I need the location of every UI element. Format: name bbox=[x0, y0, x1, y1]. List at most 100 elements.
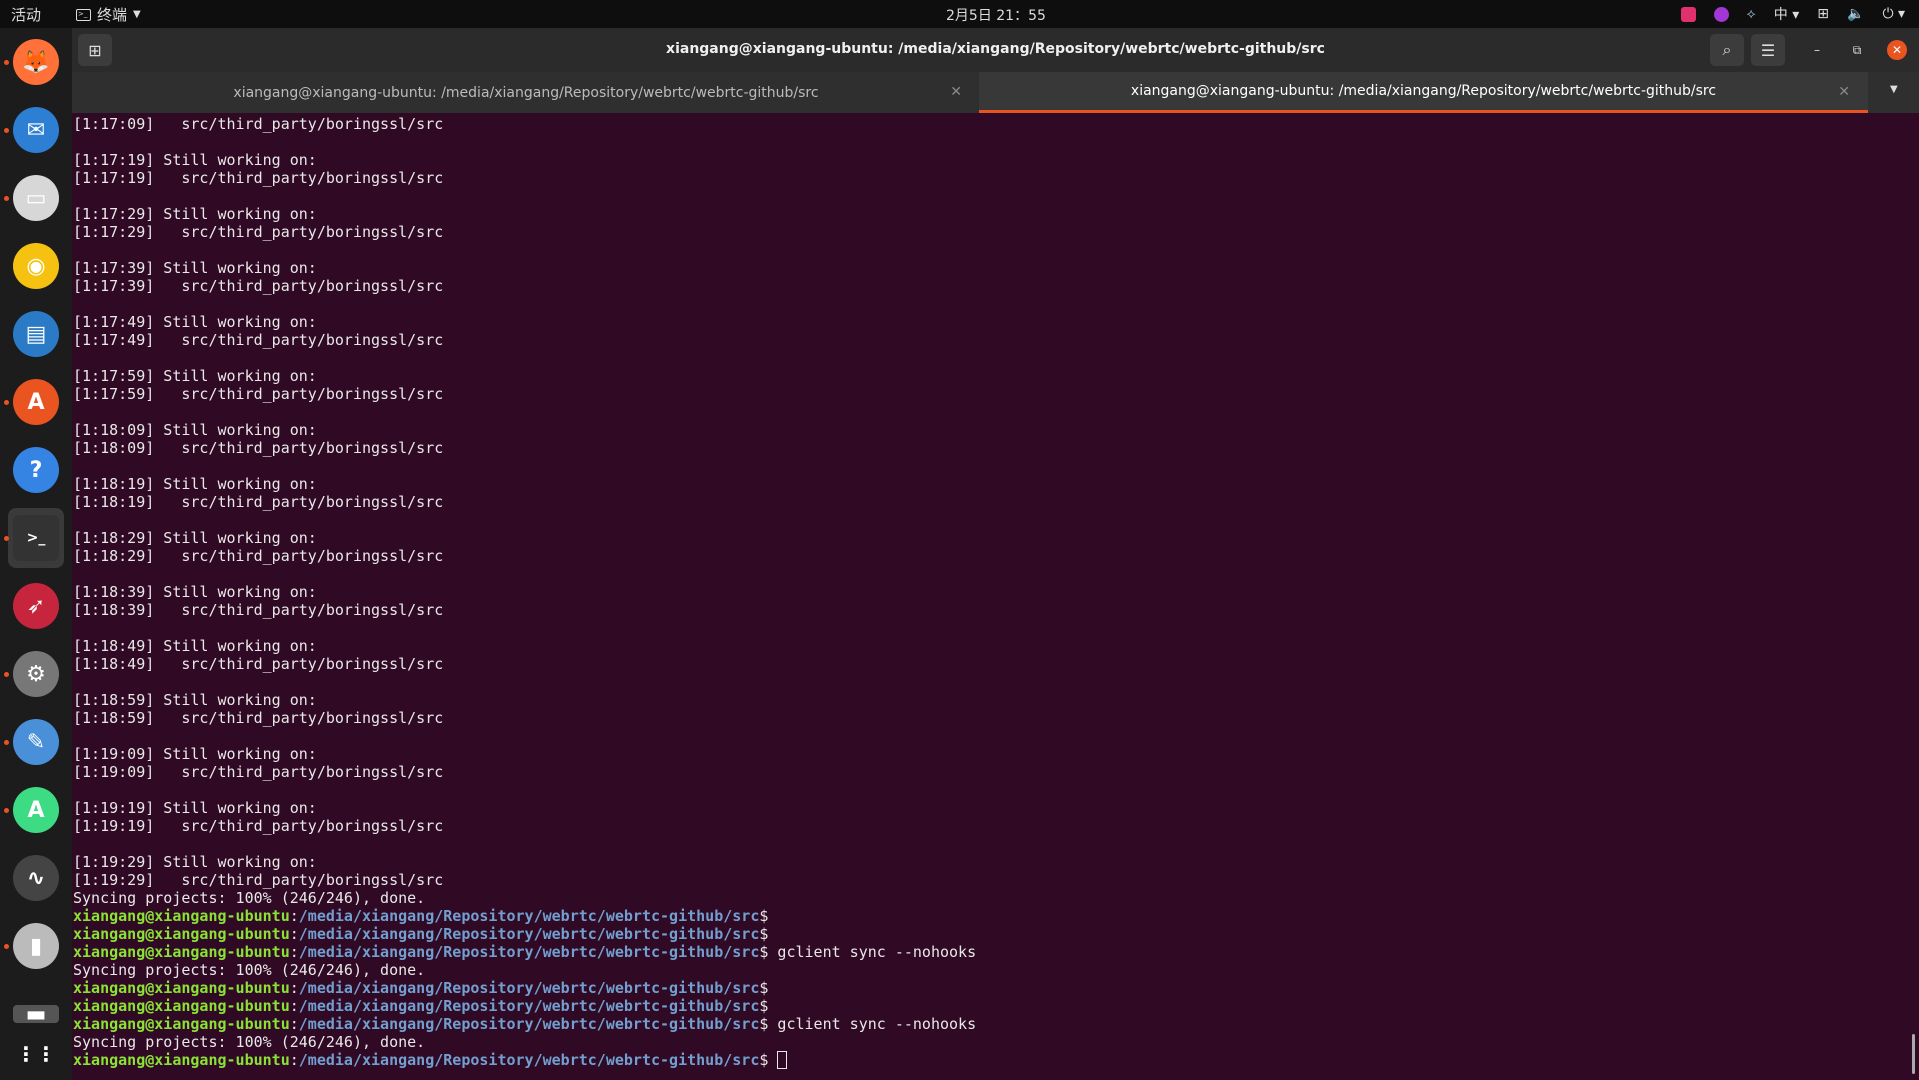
terminal-prompt-line: xiangang@xiangang-ubuntu:/media/xiangang… bbox=[73, 925, 769, 943]
terminal-line: [1:19:29] src/third_party/boringssl/src bbox=[73, 871, 444, 889]
terminal-line: [1:17:29] src/third_party/boringssl/src bbox=[73, 223, 444, 241]
dock-item-firefox[interactable]: 🦊 bbox=[8, 32, 64, 92]
settings-icon: ⚙ bbox=[13, 651, 59, 697]
terminal-window: ⊞ xiangang@xiangang-ubuntu: /media/xiang… bbox=[72, 28, 1919, 1080]
software-icon: A bbox=[13, 379, 59, 425]
terminal-line: [1:18:59] src/third_party/boringssl/src bbox=[73, 709, 444, 727]
archive-icon: ▮ bbox=[13, 923, 59, 969]
terminal-prompt-line: xiangang@xiangang-ubuntu:/media/xiangang… bbox=[73, 979, 769, 997]
terminal-line: [1:17:09] src/third_party/boringssl/src bbox=[73, 115, 444, 133]
prompt-path: /media/xiangang/Repository/webrtc/webrtc… bbox=[298, 907, 760, 925]
dock-item-text-editor[interactable]: ✎ bbox=[8, 712, 64, 772]
command-text: gclient sync --nohooks bbox=[768, 943, 977, 961]
remmina-tray-icon[interactable]: ⟡ bbox=[1747, 6, 1756, 22]
top-bar: 活动 >_ 终端 ▼ 2月5日 21：55 ⟡ 中 ▾ ⊞ 🔈 ⏻ ▾ bbox=[0, 0, 1919, 28]
tab-bar: xiangang@xiangang-ubuntu: /media/xiangan… bbox=[72, 72, 1919, 113]
dock-item-rhythmbox[interactable]: ◉ bbox=[8, 236, 64, 296]
terminal-line: [1:19:09] Still working on: bbox=[73, 745, 317, 763]
maximize-button[interactable]: ⧉ bbox=[1847, 40, 1867, 60]
text-editor-icon: ✎ bbox=[13, 719, 59, 765]
clock[interactable]: 2月5日 21：55 bbox=[946, 5, 1046, 25]
network-icon[interactable]: ⊞ bbox=[1817, 6, 1829, 22]
running-indicator bbox=[4, 196, 9, 201]
prompt-user: xiangang@xiangang-ubuntu bbox=[73, 907, 290, 925]
tab-2[interactable]: xiangang@xiangang-ubuntu: /media/xiangan… bbox=[979, 72, 1868, 113]
dock-item-system-monitor[interactable]: ∿ bbox=[8, 848, 64, 908]
volume-icon[interactable]: 🔈 bbox=[1847, 6, 1864, 22]
terminal-line: [1:17:49] Still working on: bbox=[73, 313, 317, 331]
dock-item-settings[interactable]: ⚙ bbox=[8, 644, 64, 704]
terminal-line: [1:18:49] src/third_party/boringssl/src bbox=[73, 655, 444, 673]
text-cursor bbox=[777, 1051, 788, 1069]
prompt-user: xiangang@xiangang-ubuntu bbox=[73, 997, 290, 1015]
menu-button[interactable]: ☰ bbox=[1751, 34, 1785, 66]
tab-1[interactable]: xiangang@xiangang-ubuntu: /media/xiangan… bbox=[72, 72, 980, 113]
prompt-user: xiangang@xiangang-ubuntu bbox=[73, 1015, 290, 1033]
rhythmbox-icon: ◉ bbox=[13, 243, 59, 289]
minimize-icon: – bbox=[1814, 43, 1820, 57]
dock-item-archive[interactable]: ▮ bbox=[8, 916, 64, 976]
tab-2-close-icon[interactable]: ✕ bbox=[1838, 84, 1850, 100]
terminal-line: [1:18:09] src/third_party/boringssl/src bbox=[73, 439, 444, 457]
close-icon: ✕ bbox=[1891, 43, 1903, 57]
terminal-line: [1:17:59] Still working on: bbox=[73, 367, 317, 385]
tab-list-dropdown-icon[interactable]: ▼ bbox=[1890, 84, 1898, 95]
running-indicator bbox=[4, 60, 9, 65]
terminal-prompt-line: xiangang@xiangang-ubuntu:/media/xiangang… bbox=[73, 1051, 1919, 1069]
terminal-line: [1:17:59] src/third_party/boringssl/src bbox=[73, 385, 444, 403]
dock-item-help[interactable]: ? bbox=[8, 440, 64, 500]
dock-item-remmina[interactable]: ➶ bbox=[8, 576, 64, 636]
terminal-line: [1:18:49] Still working on: bbox=[73, 637, 317, 655]
firefox-tray-icon[interactable] bbox=[1713, 6, 1729, 22]
dock-item-show-apps[interactable]: ⋮⋮ bbox=[8, 1024, 64, 1080]
dock-item-thunderbird[interactable]: ✉ bbox=[8, 100, 64, 160]
header-bar[interactable]: ⊞ xiangang@xiangang-ubuntu: /media/xiang… bbox=[72, 28, 1919, 72]
dock-item-libreoffice-writer[interactable]: ▤ bbox=[8, 304, 64, 364]
app-menu[interactable]: >_ 终端 ▼ bbox=[76, 4, 141, 25]
firefox-icon: 🦊 bbox=[13, 39, 59, 85]
terminal-line: [1:19:29] Still working on: bbox=[73, 853, 317, 871]
terminal-line: [1:19:19] src/third_party/boringssl/src bbox=[73, 817, 444, 835]
running-indicator bbox=[4, 740, 9, 745]
terminal-line: [1:17:19] Still working on: bbox=[73, 151, 317, 169]
search-button[interactable]: ⌕ bbox=[1710, 34, 1744, 66]
running-indicator bbox=[4, 400, 9, 405]
terminal-line: [1:17:39] src/third_party/boringssl/src bbox=[73, 277, 444, 295]
app-indicator-icon[interactable] bbox=[1680, 6, 1696, 22]
terminal-prompt-line: xiangang@xiangang-ubuntu:/media/xiangang… bbox=[73, 907, 769, 925]
terminal-output[interactable]: [1:17:09] src/third_party/boringssl/src … bbox=[72, 113, 1919, 1080]
terminal-prompt-line: xiangang@xiangang-ubuntu:/media/xiangang… bbox=[73, 1015, 977, 1033]
terminal-line: [1:19:19] Still working on: bbox=[73, 799, 317, 817]
minimize-button[interactable]: – bbox=[1807, 40, 1827, 60]
thunderbird-icon: ✉ bbox=[13, 107, 59, 153]
close-button[interactable]: ✕ bbox=[1887, 40, 1907, 60]
power-icon[interactable]: ⏻ ▾ bbox=[1882, 6, 1905, 22]
scrollbar[interactable] bbox=[1912, 1034, 1915, 1074]
dock-item-files[interactable]: ▭ bbox=[8, 168, 64, 228]
terminal-line: [1:18:29] src/third_party/boringssl/src bbox=[73, 547, 444, 565]
terminal-prompt-line: xiangang@xiangang-ubuntu:/media/xiangang… bbox=[73, 997, 769, 1015]
dock-item-terminal[interactable]: >_ bbox=[8, 508, 64, 568]
input-method-indicator[interactable]: 中 ▾ bbox=[1774, 4, 1799, 24]
tab-2-label: xiangang@xiangang-ubuntu: /media/xiangan… bbox=[1130, 83, 1717, 99]
dock-item-android-studio[interactable]: A bbox=[8, 780, 64, 840]
libreoffice-writer-icon: ▤ bbox=[13, 311, 59, 357]
dock-item-software[interactable]: A bbox=[8, 372, 64, 432]
terminal-line: [1:18:19] src/third_party/boringssl/src bbox=[73, 493, 444, 511]
tab-1-close-icon[interactable]: ✕ bbox=[950, 84, 962, 100]
prompt-user: xiangang@xiangang-ubuntu bbox=[73, 1051, 290, 1069]
system-monitor-icon: ∿ bbox=[13, 855, 59, 901]
activities-button[interactable]: 活动 bbox=[11, 4, 41, 25]
